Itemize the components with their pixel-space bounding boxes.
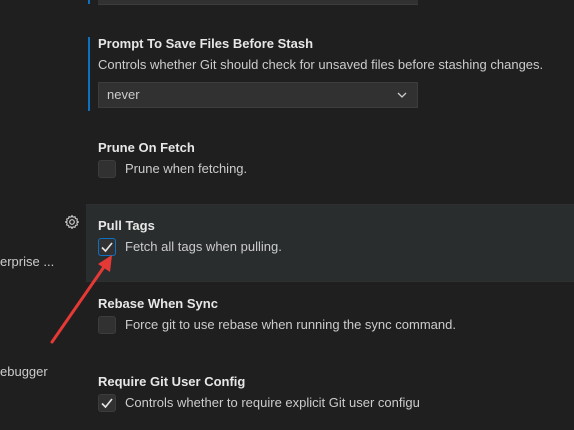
setting-title-prune-on-fetch: Prune On Fetch (98, 140, 195, 155)
require-git-user-config-checkbox[interactable] (98, 394, 116, 412)
rebase-when-sync-label: Force git to use rebase when running the… (125, 317, 456, 332)
setting-title-pull-tags: Pull Tags (98, 218, 155, 233)
setting-title-rebase-when-sync: Rebase When Sync (98, 296, 218, 311)
setting-title-require-git-user-config: Require Git User Config (98, 374, 246, 389)
check-icon (101, 242, 113, 253)
setting-description-prompt-save: Controls whether Git should check for un… (98, 57, 544, 72)
check-icon (101, 398, 113, 409)
settings-page: erprise ... ebugger Prompt To Save Files… (0, 0, 574, 430)
pull-tags-label: Fetch all tags when pulling. (125, 239, 282, 254)
chevron-down-icon (397, 92, 407, 98)
require-git-user-config-label: Controls whether to require explicit Git… (125, 395, 420, 410)
setting-title-prompt-save: Prompt To Save Files Before Stash (98, 36, 314, 51)
sidebar-item-debugger[interactable]: ebugger (0, 364, 48, 379)
previous-select-stub[interactable] (98, 0, 418, 5)
pull-tags-checkbox[interactable] (98, 238, 116, 256)
gear-icon[interactable] (64, 214, 80, 230)
focus-indicator (88, 37, 90, 111)
prompt-save-select[interactable]: never (98, 82, 418, 108)
select-value: never (107, 87, 140, 102)
prune-on-fetch-checkbox[interactable] (98, 160, 116, 178)
rebase-when-sync-checkbox[interactable] (98, 316, 116, 334)
focus-indicator-previous (88, 0, 90, 4)
sidebar-item-enterprise[interactable]: erprise ... (0, 254, 54, 269)
prune-on-fetch-label: Prune when fetching. (125, 161, 248, 176)
